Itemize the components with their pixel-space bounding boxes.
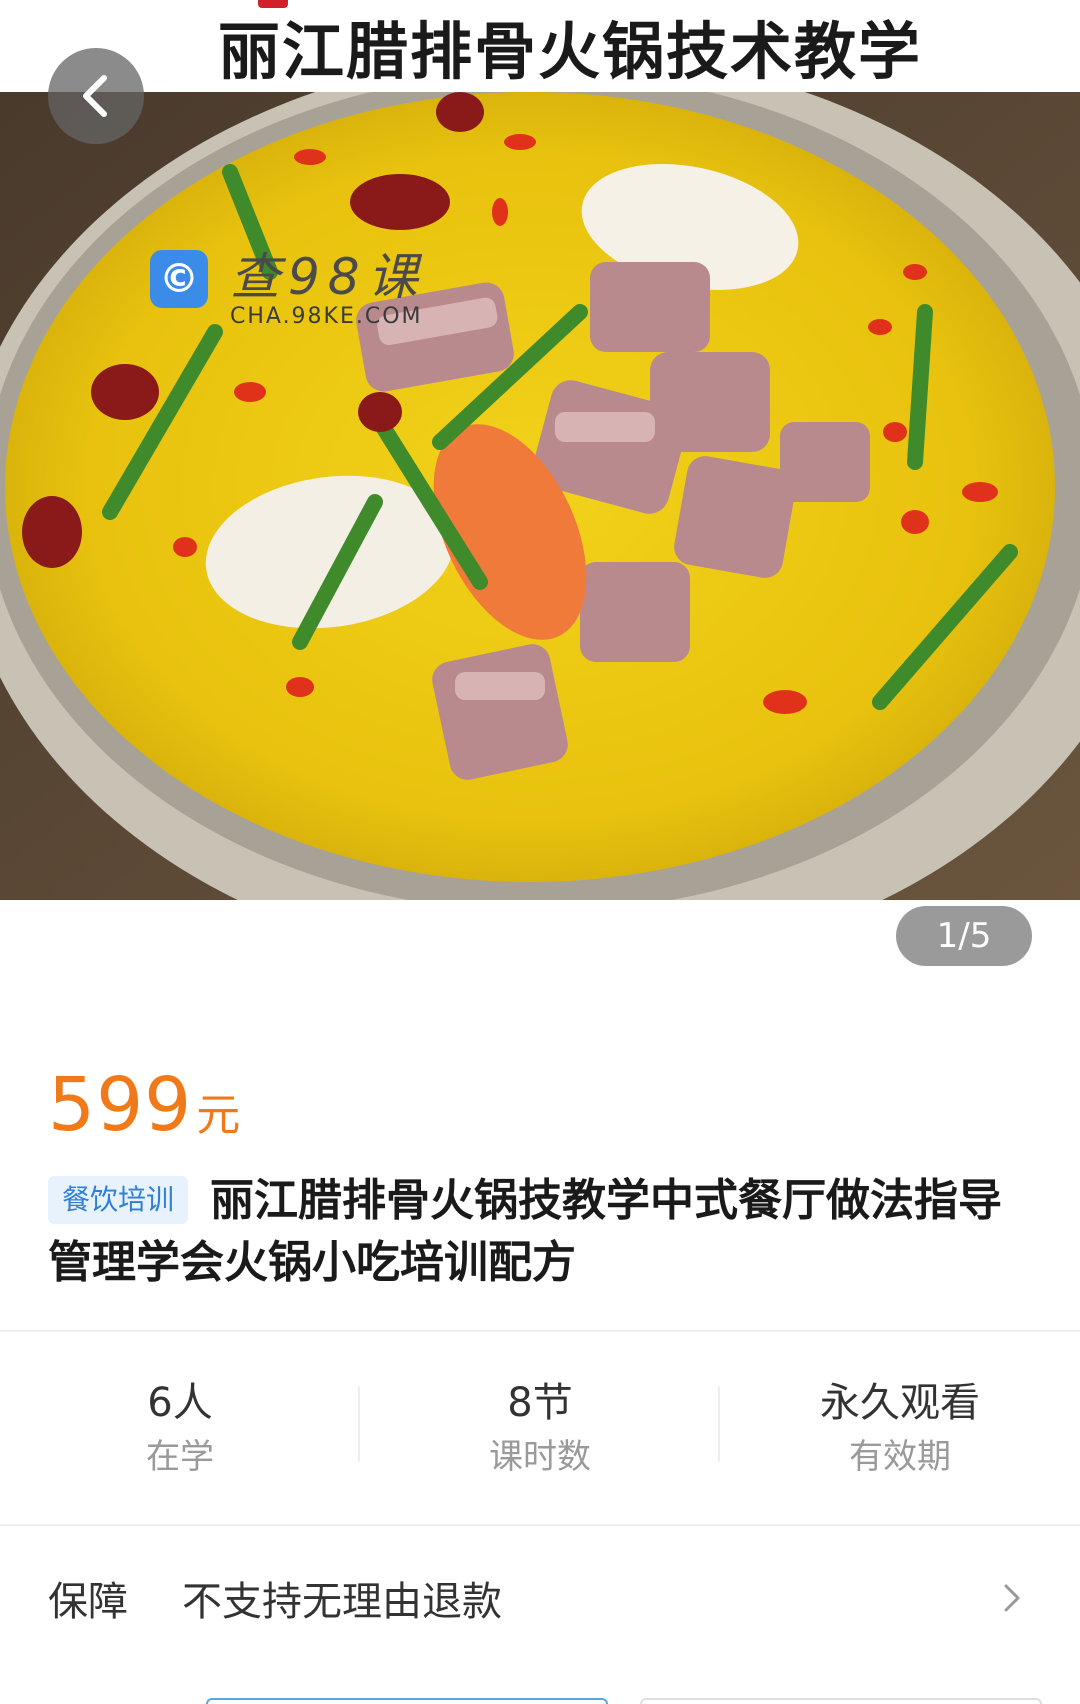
course-stats: 6人 在学 8节 课时数 永久观看 有效期 [0,1334,1080,1524]
image-banner: 丽江腊排骨火锅技术教学 [0,0,1080,92]
bottom-button-edge[interactable] [206,1698,608,1704]
course-title: 丽江腊排骨火锅技教学中式餐厅做法指导管理学会火锅小吃培训配方 [48,1175,1003,1288]
stat-label: 有效期 [849,1437,951,1477]
stat-label: 在学 [146,1437,214,1477]
divider [0,1330,1080,1332]
stat-label: 课时数 [489,1437,591,1477]
chevron-left-icon [83,75,107,117]
stat-validity: 永久观看 有效期 [720,1334,1080,1524]
guarantee-label: 保障 [48,1579,128,1625]
guarantee-text: 不支持无理由退款 [182,1579,502,1625]
image-counter: 1/5 [896,906,1032,966]
bottom-button-edges [0,1698,1080,1704]
chevron-right-icon [992,1578,1032,1618]
watermark: © 查98课 CHA.98KE.COM [150,250,426,329]
course-title-block: 餐饮培训 丽江腊排骨火锅技教学中式餐厅做法指导管理学会火锅小吃培训配方 [48,1170,1038,1294]
back-button[interactable] [48,48,144,144]
watermark-logo-icon: © [150,250,208,308]
banner-red-mark [258,0,288,8]
stat-learners: 6人 在学 [0,1334,360,1524]
stat-value: 6人 [147,1380,213,1426]
watermark-main-text: 查98课 [230,248,426,306]
divider [0,1524,1080,1526]
stat-value: 永久观看 [820,1380,980,1426]
guarantee-row[interactable]: 保障 不支持无理由退款 [0,1528,1080,1668]
course-image-carousel[interactable]: 丽江腊排骨火锅技术教学 © 查98课 CHA.98KE.COM [0,0,1080,900]
stat-value: 8节 [507,1380,573,1426]
bottom-button-edge[interactable] [640,1698,1042,1704]
watermark-sub-text: CHA.98KE.COM [230,304,423,329]
price-unit: 元 [196,1090,241,1141]
course-detail-page: 丽江腊排骨火锅技术教学 © 查98课 CHA.98KE.COM 1/5 599 … [0,0,1080,1704]
price-amount: 599 [48,1062,193,1148]
course-price: 599 元 [48,1062,240,1148]
hotpot-photo [0,92,1080,900]
image-banner-title: 丽江腊排骨火锅技术教学 [217,15,922,88]
stat-lessons: 8节 课时数 [360,1334,720,1524]
category-tag[interactable]: 餐饮培训 [48,1176,189,1224]
